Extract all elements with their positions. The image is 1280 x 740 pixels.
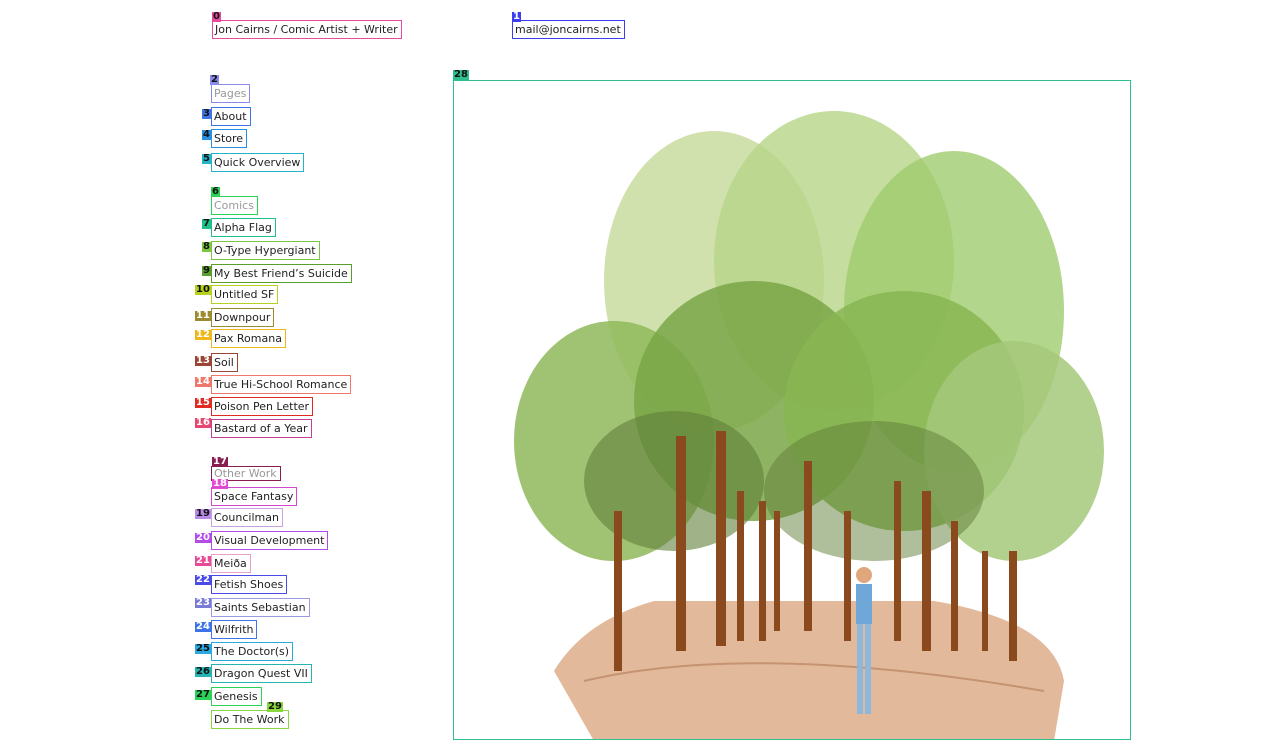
trunk-shape — [716, 431, 726, 646]
featured-artwork[interactable] — [453, 80, 1131, 740]
comic-my-best-friends-suicide[interactable]: My Best Friend’s Suicide — [211, 264, 352, 283]
som-mark: 20 — [195, 532, 211, 543]
som-mark: 5 — [202, 153, 211, 164]
other-visual-development[interactable]: Visual Development — [211, 531, 329, 550]
comic-true-hi-school-romance[interactable]: True Hi-School Romance — [211, 375, 352, 394]
comic-bastard-of-a-year[interactable]: Bastard of a Year — [211, 419, 312, 438]
som-mark: 3 — [202, 108, 211, 119]
som-mark: 25 — [195, 643, 211, 654]
comic-soil[interactable]: Soil — [211, 353, 238, 372]
pages-heading: Pages — [211, 84, 251, 103]
other-the-doctors[interactable]: The Doctor(s) — [211, 642, 294, 661]
som-mark: 16 — [195, 417, 211, 428]
som-mark: 11 — [195, 310, 211, 321]
forest-illustration — [514, 111, 1104, 739]
comic-poison-pen-letter[interactable]: Poison Pen Letter — [211, 397, 314, 416]
comic-pax-romana[interactable]: Pax Romana — [211, 329, 286, 348]
trunk-shape — [759, 501, 766, 641]
som-mark: 8 — [202, 241, 211, 252]
som-mark: 19 — [195, 508, 211, 519]
trunk-shape — [982, 551, 988, 651]
comic-alpha-flag[interactable]: Alpha Flag — [211, 218, 276, 237]
trunk-shape — [737, 491, 744, 641]
som-mark: 14 — [195, 376, 211, 387]
comic-downpour[interactable]: Downpour — [211, 308, 275, 327]
site-title-link[interactable]: Jon Cairns / Comic Artist + Writer — [212, 20, 402, 39]
other-space-fantasy[interactable]: Space Fantasy — [211, 487, 298, 506]
nav-quick-overview[interactable]: Quick Overview — [211, 153, 305, 172]
som-mark: 22 — [195, 574, 211, 585]
comic-o-type-hypergiant[interactable]: O-Type Hypergiant — [211, 241, 320, 260]
som-mark: 12 — [195, 329, 211, 340]
som-mark: 24 — [195, 621, 211, 632]
trunk-shape — [774, 511, 780, 631]
trunk-shape — [676, 436, 686, 651]
som-mark: 27 — [195, 689, 211, 700]
som-mark: 21 — [195, 555, 211, 566]
trunk-shape — [844, 511, 851, 641]
figure-head — [856, 567, 872, 583]
other-dragon-quest-vii[interactable]: Dragon Quest VII — [211, 664, 312, 683]
trunk-shape — [614, 511, 622, 671]
other-meida[interactable]: Meiða — [211, 554, 251, 573]
figure-leg — [857, 624, 863, 714]
som-mark: 28 — [453, 69, 469, 80]
som-mark: 15 — [195, 397, 211, 408]
email-link[interactable]: mail@joncairns.net — [512, 20, 625, 39]
other-councilman[interactable]: Councilman — [211, 508, 283, 527]
figure-body — [856, 584, 872, 624]
figure-leg — [865, 624, 871, 714]
nav-store[interactable]: Store — [211, 129, 248, 148]
comics-heading: Comics — [211, 196, 258, 215]
other-genesis[interactable]: Genesis — [211, 687, 262, 706]
nav-about[interactable]: About — [211, 107, 251, 126]
som-mark: 7 — [202, 218, 211, 229]
trunk-shape — [951, 521, 958, 651]
som-mark: 13 — [195, 355, 211, 366]
som-mark: 23 — [195, 597, 211, 608]
som-mark: 9 — [202, 265, 211, 276]
trunk-shape — [894, 481, 901, 641]
trunk-shape — [922, 491, 931, 651]
trunk-shape — [1009, 551, 1017, 661]
other-saints-sebastian[interactable]: Saints Sebastian — [211, 598, 310, 617]
comic-untitled-sf[interactable]: Untitled SF — [211, 285, 279, 304]
som-mark: 10 — [195, 284, 211, 295]
trunk-shape — [804, 461, 812, 631]
other-wilfrith[interactable]: Wilfrith — [211, 620, 258, 639]
som-mark: 26 — [195, 666, 211, 677]
som-mark: 4 — [202, 129, 211, 140]
other-fetish-shoes[interactable]: Fetish Shoes — [211, 575, 288, 594]
